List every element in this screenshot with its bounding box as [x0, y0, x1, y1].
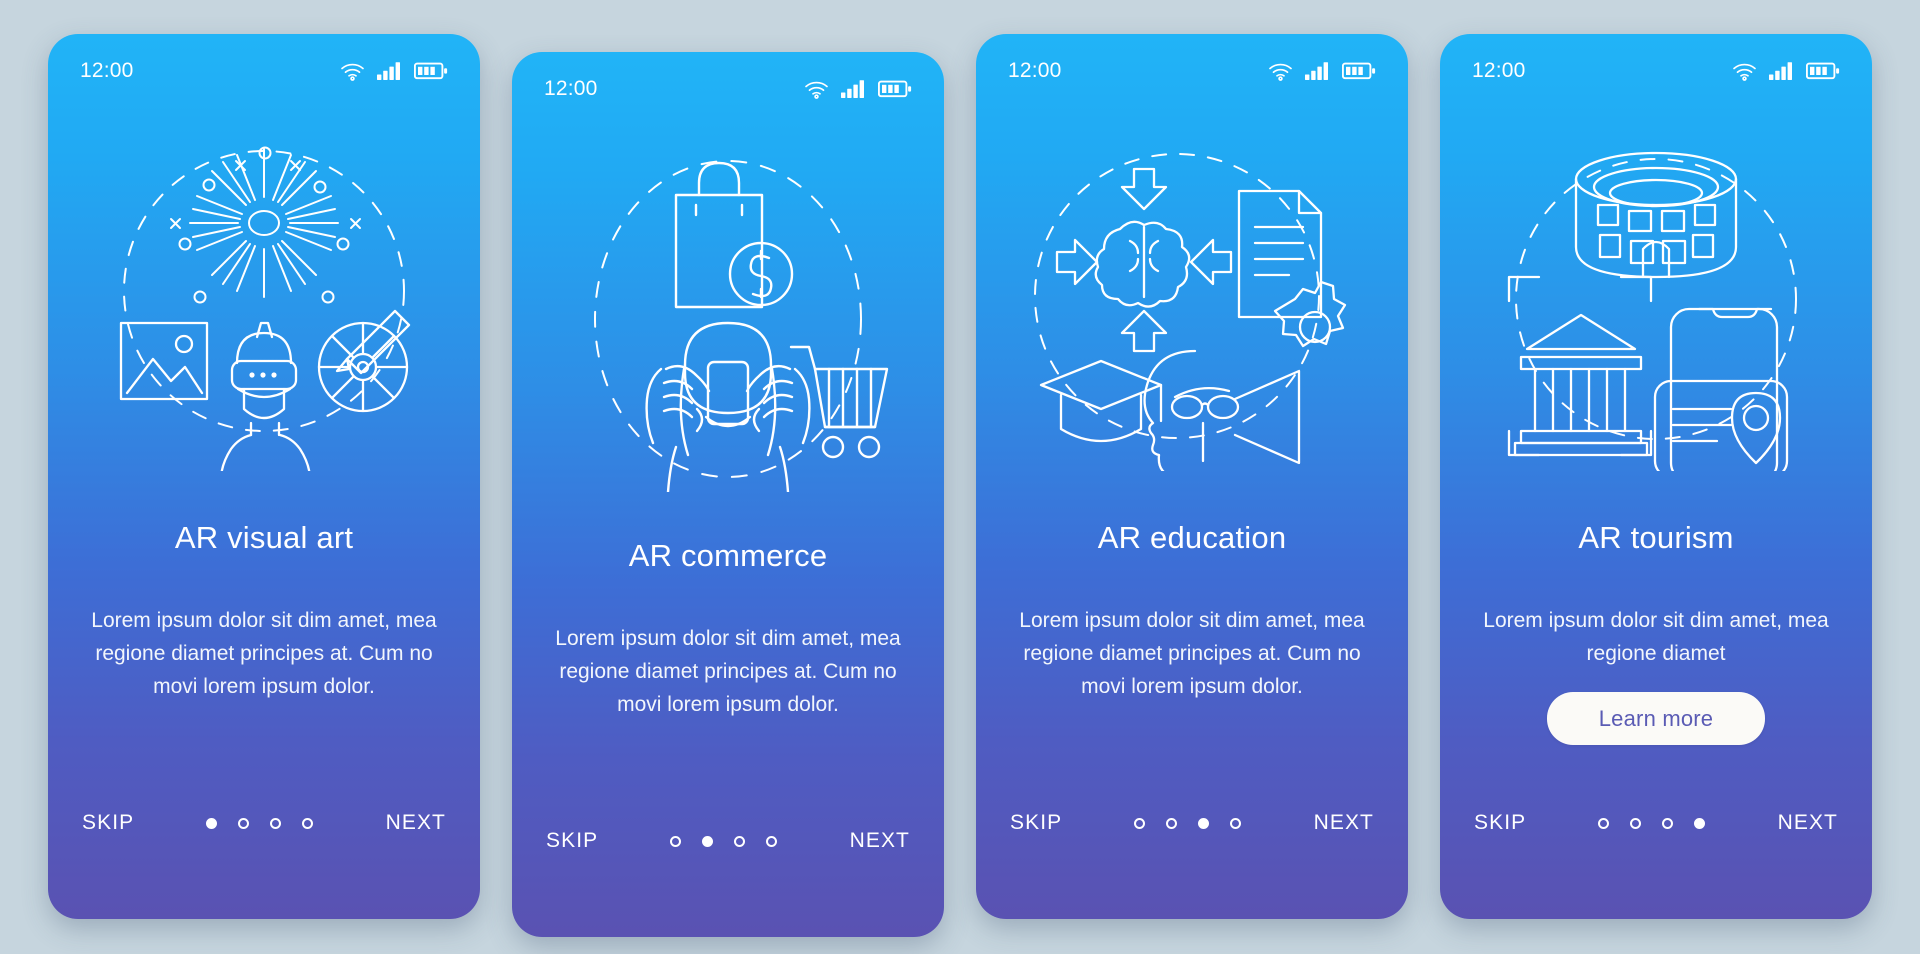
pagination-dots: [206, 817, 314, 829]
status-bar-icons: [1732, 61, 1840, 81]
pagination-dot-2[interactable]: [238, 817, 250, 829]
wifi-icon: [1268, 61, 1294, 81]
bottom-navigation: SKIP NEXT: [546, 829, 910, 853]
onboarding-screen-ar-commerce: 12:00 AR commerce Lorem ipsum dolor sit …: [512, 52, 944, 937]
cellular-signal-icon: [1305, 61, 1331, 81]
next-button[interactable]: NEXT: [386, 811, 446, 835]
status-bar-clock: 12:00: [1008, 59, 1062, 82]
battery-icon: [878, 79, 912, 99]
pagination-dots: [1598, 817, 1706, 829]
ar-commerce-illustration: [512, 144, 944, 494]
pagination-dot-2[interactable]: [702, 835, 714, 847]
pagination-dots: [1134, 817, 1242, 829]
wifi-icon: [804, 79, 830, 99]
onboarding-screen-ar-education: 12:00 AR education Lorem ipsum dolor sit…: [976, 34, 1408, 919]
pagination-dot-3[interactable]: [1662, 817, 1674, 829]
pagination-dot-2[interactable]: [1166, 817, 1178, 829]
pagination-dot-4[interactable]: [302, 817, 314, 829]
status-bar-clock: 12:00: [1472, 59, 1526, 82]
status-bar-icons: [804, 79, 912, 99]
status-bar: 12:00: [512, 52, 944, 126]
battery-icon: [414, 61, 448, 81]
status-bar-clock: 12:00: [544, 77, 598, 100]
skip-button[interactable]: SKIP: [1010, 811, 1062, 835]
page-title: AR tourism: [1578, 520, 1734, 555]
pagination-dot-3[interactable]: [270, 817, 282, 829]
cellular-signal-icon: [377, 61, 403, 81]
bottom-navigation: SKIP NEXT: [1010, 811, 1374, 835]
status-bar: 12:00: [976, 34, 1408, 108]
cellular-signal-icon: [1769, 61, 1795, 81]
ar-tourism-illustration: [1440, 126, 1872, 476]
pagination-dot-1[interactable]: [1134, 817, 1146, 829]
wifi-icon: [1732, 61, 1758, 81]
page-title: AR visual art: [174, 520, 354, 555]
next-button[interactable]: NEXT: [1314, 811, 1374, 835]
ar-visual-art-illustration: [48, 126, 480, 476]
pagination-dot-4[interactable]: [766, 835, 778, 847]
cellular-signal-icon: [841, 79, 867, 99]
status-bar: 12:00: [1440, 34, 1872, 108]
wifi-icon: [340, 61, 366, 81]
pagination-dots: [670, 835, 778, 847]
pagination-dot-2[interactable]: [1630, 817, 1642, 829]
page-description: Lorem ipsum dolor sit dim amet, mea regi…: [1019, 609, 1365, 698]
skip-button[interactable]: SKIP: [1474, 811, 1526, 835]
pagination-dot-3[interactable]: [734, 835, 746, 847]
onboarding-screen-ar-tourism: 12:00 AR tourism Lorem ipsum dolor sit d…: [1440, 34, 1872, 919]
bottom-navigation: SKIP NEXT: [82, 811, 446, 835]
pagination-dot-1[interactable]: [1598, 817, 1610, 829]
onboarding-screens-board: 12:00 AR visual art Lorem ipsum dolor si…: [0, 0, 1920, 954]
page-description: Lorem ipsum dolor sit dim amet, mea regi…: [1483, 609, 1829, 665]
pagination-dot-3[interactable]: [1198, 817, 1210, 829]
page-description: Lorem ipsum dolor sit dim amet, mea regi…: [555, 627, 901, 716]
status-bar-clock: 12:00: [80, 59, 134, 82]
pagination-dot-1[interactable]: [670, 835, 682, 847]
battery-icon: [1342, 61, 1376, 81]
battery-icon: [1806, 61, 1840, 81]
learn-more-button[interactable]: Learn more: [1546, 692, 1766, 745]
ar-education-illustration: [976, 126, 1408, 476]
status-bar: 12:00: [48, 34, 480, 108]
status-bar-icons: [340, 61, 448, 81]
next-button[interactable]: NEXT: [850, 829, 910, 853]
onboarding-screen-ar-visual-art: 12:00 AR visual art Lorem ipsum dolor si…: [48, 34, 480, 919]
pagination-dot-4[interactable]: [1694, 817, 1706, 829]
next-button[interactable]: NEXT: [1778, 811, 1838, 835]
pagination-dot-4[interactable]: [1230, 817, 1242, 829]
skip-button[interactable]: SKIP: [546, 829, 598, 853]
status-bar-icons: [1268, 61, 1376, 81]
skip-button[interactable]: SKIP: [82, 811, 134, 835]
pagination-dot-1[interactable]: [206, 817, 218, 829]
learn-more-cta-container: Learn more: [1440, 692, 1872, 745]
page-title: AR education: [1097, 520, 1287, 555]
page-title: AR commerce: [628, 538, 828, 573]
bottom-navigation: SKIP NEXT: [1474, 811, 1838, 835]
page-description: Lorem ipsum dolor sit dim amet, mea regi…: [91, 609, 437, 698]
